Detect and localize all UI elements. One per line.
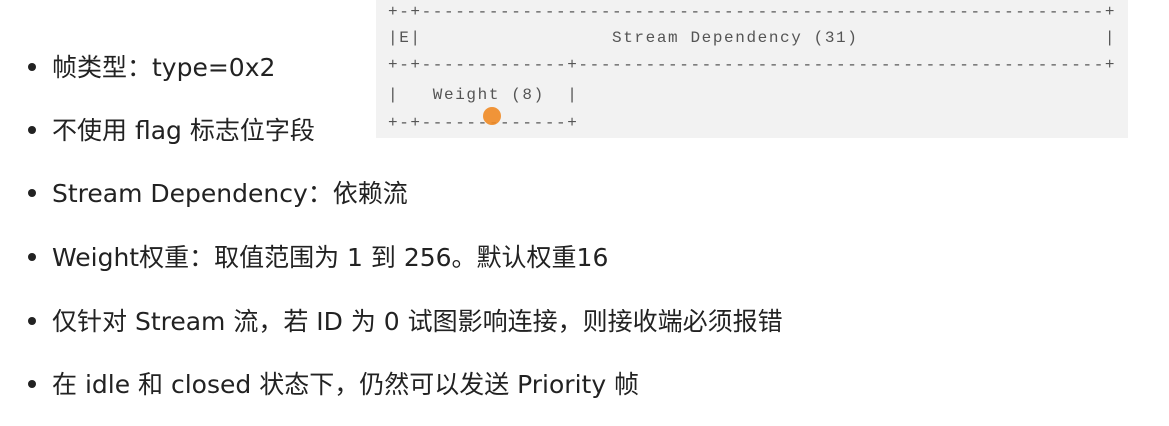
list-item: Stream Dependency：依赖流	[28, 179, 408, 209]
diagram-line: +-+-------------+-----------------------…	[388, 56, 1117, 74]
list-item-text: 帧类型：type=0x2	[52, 53, 276, 82]
bullet-icon	[28, 380, 36, 388]
bullet-icon	[28, 253, 36, 261]
list-item-text: Weight权重：取值范围为 1 到 256。默认权重16	[52, 243, 609, 272]
bullet-icon	[28, 189, 36, 197]
list-item: 帧类型：type=0x2	[28, 53, 275, 83]
diagram-line: +-+-------------------------------------…	[388, 3, 1117, 21]
list-item: 仅针对 Stream 流，若 ID 为 0 试图影响连接，则接收端必须报错	[28, 307, 783, 337]
list-item: 在 idle 和 closed 状态下，仍然可以发送 Priority 帧	[28, 370, 639, 400]
list-item: 不使用 flag 标志位字段	[28, 116, 315, 146]
bullet-icon	[28, 63, 36, 71]
bullet-icon	[28, 126, 36, 134]
bullet-icon	[28, 317, 36, 325]
list-item-text: 在 idle 和 closed 状态下，仍然可以发送 Priority 帧	[52, 370, 640, 399]
diagram-line: |E| Stream Dependency (31) |	[388, 29, 1117, 47]
list-item-text: 仅针对 Stream 流，若 ID 为 0 试图影响连接，则接收端必须报错	[52, 307, 783, 336]
list-item: Weight权重：取值范围为 1 到 256。默认权重16	[28, 243, 608, 273]
pointer-cursor-icon	[483, 107, 501, 125]
diagram-line: | Weight (8) |	[388, 86, 579, 104]
list-item-text: Stream Dependency：依赖流	[52, 179, 408, 208]
list-item-text: 不使用 flag 标志位字段	[52, 116, 315, 145]
